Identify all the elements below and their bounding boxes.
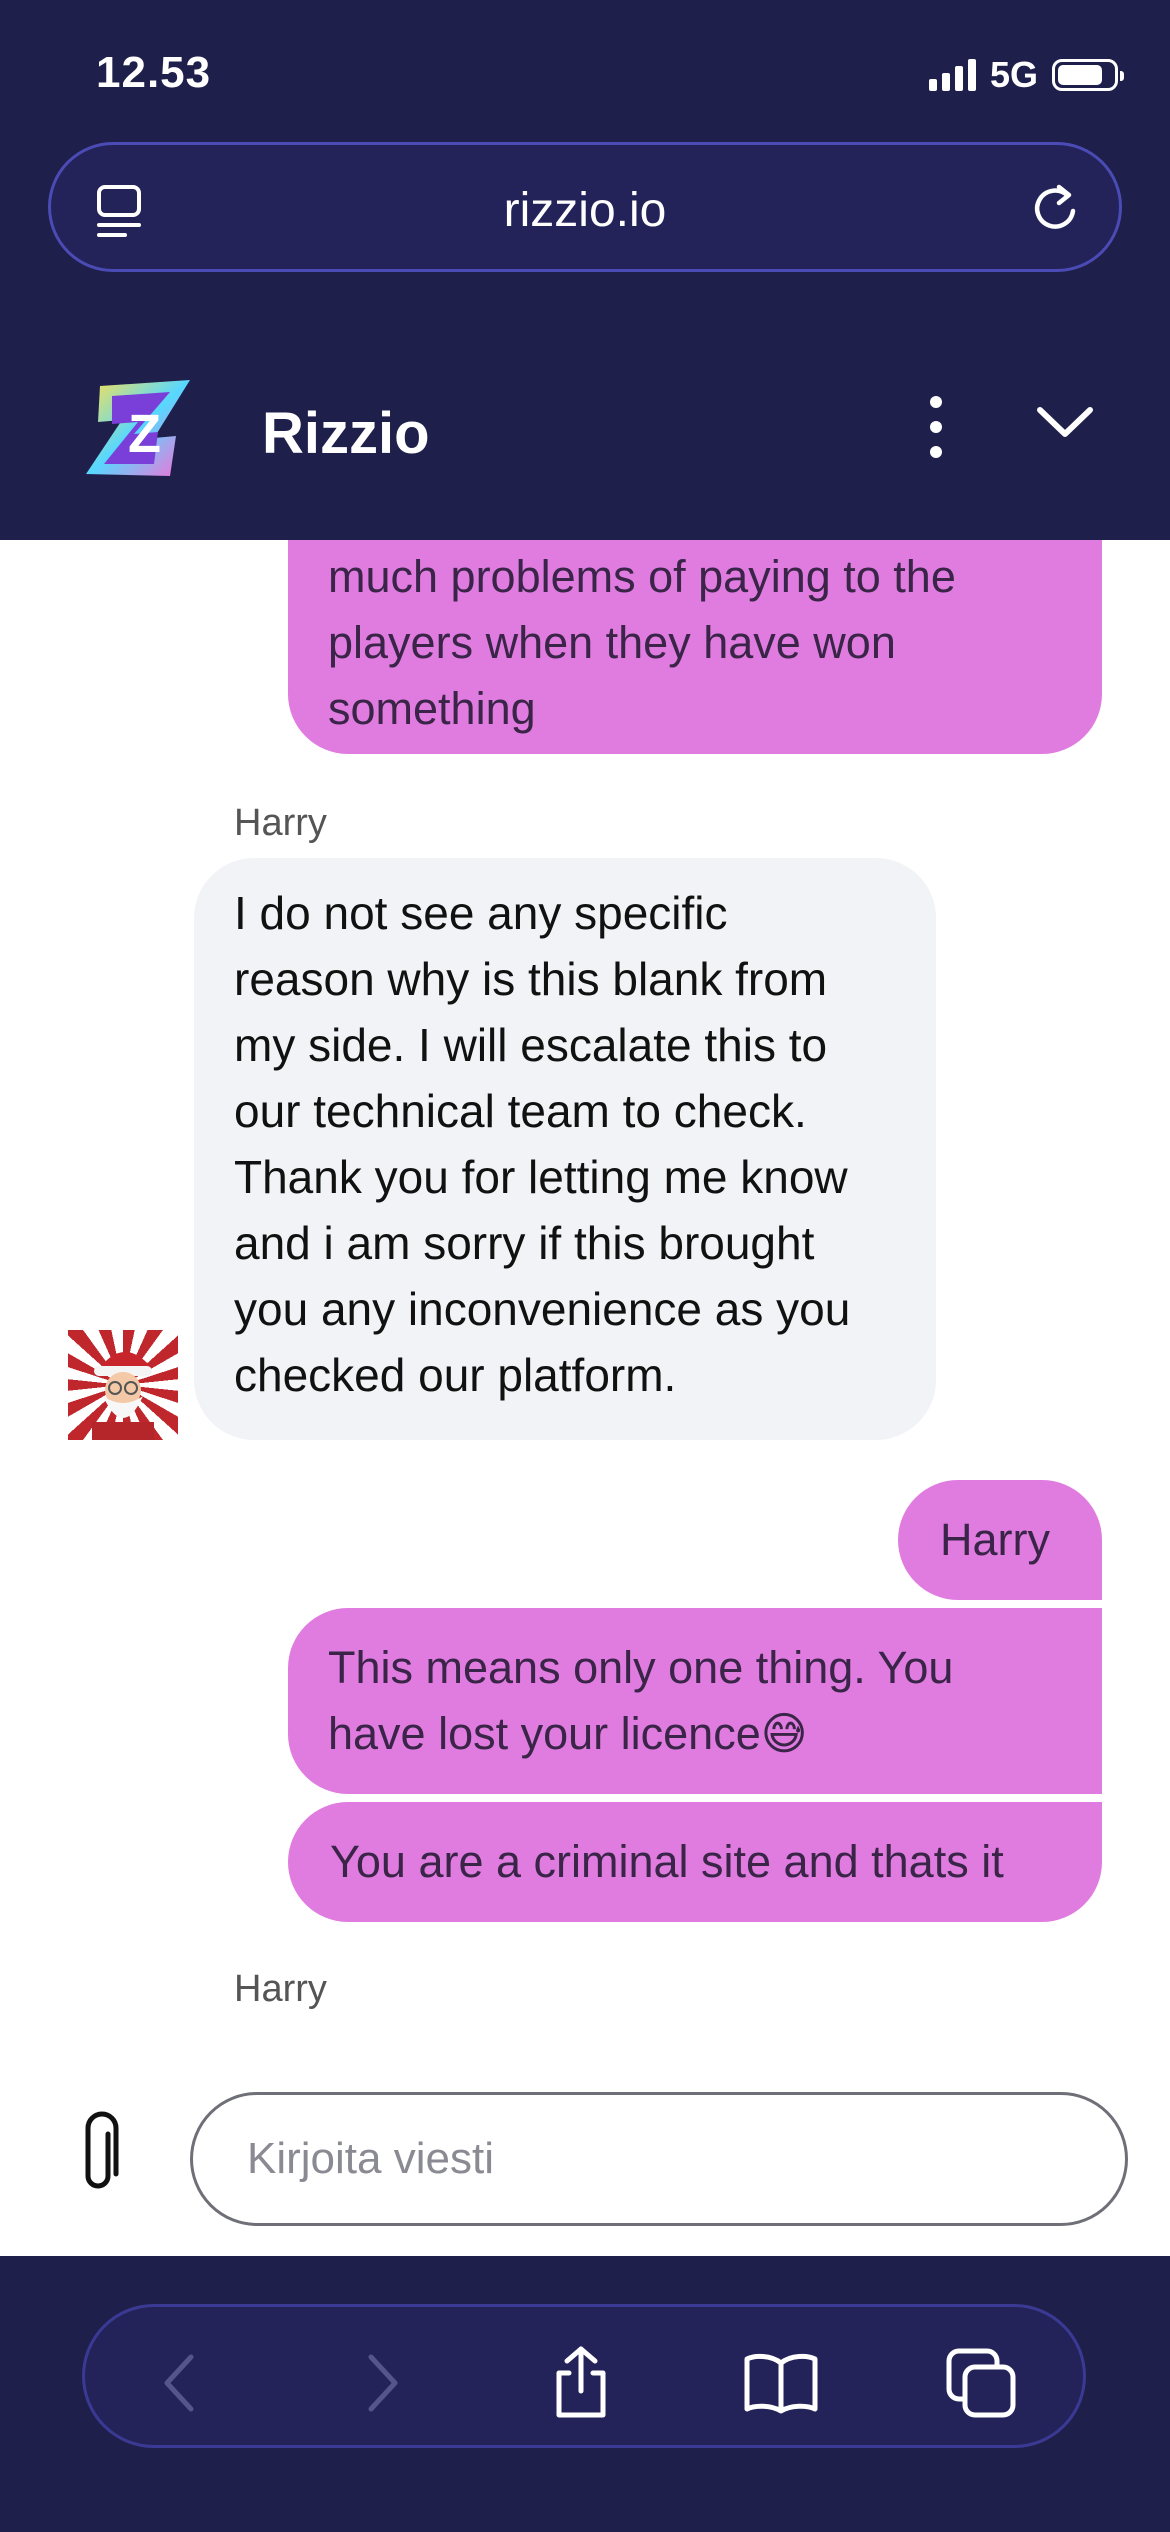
message-line: and i am sorry if this brought [234,1217,815,1269]
paperclip-icon[interactable] [76,2110,122,2205]
kebab-menu-icon[interactable] [918,396,954,460]
message-line: Thank you for letting me know [234,1151,848,1203]
screen: 12.53 5G rizzio.io Z Rizzio much problem… [0,0,1170,2532]
bookmarks-icon[interactable] [741,2343,821,2423]
message-line: something [328,683,536,734]
browser-toolbar [82,2304,1086,2448]
message-line: reason why is this blank from [234,953,828,1005]
url-bar[interactable]: rizzio.io [48,142,1122,272]
message-input[interactable] [190,2092,1128,2226]
app-title: Rizzio [262,401,430,466]
back-icon[interactable] [139,2343,219,2423]
bottom-chrome [0,2256,1170,2532]
message-line: you any inconvenience as you [234,1283,851,1335]
url-text[interactable]: rizzio.io [51,183,1119,238]
sender-name: Harry [234,802,327,844]
top-chrome: 12.53 5G rizzio.io Z Rizzio [0,0,1170,540]
composer [0,2056,1170,2256]
rizzio-logo: Z [78,378,198,483]
agent-avatar [68,1330,178,1440]
message-line: I do not see any specific [234,887,728,939]
svg-text:Z: Z [128,404,161,464]
status-indicators: 5G [928,54,1124,96]
forward-icon[interactable] [343,2343,423,2423]
chat-area[interactable]: much problems of paying to the players w… [0,540,1170,2256]
network-label: 5G [989,54,1038,95]
message-line: This means only one thing. You [328,1642,954,1693]
message-line: have lost your licence😅 [328,1708,808,1759]
signal-icon [928,59,976,91]
message-line: Harry [940,1514,1050,1565]
message-line: much problems of paying to the [328,551,956,602]
outgoing-message: much problems of paying to the players w… [288,540,1102,754]
message-line: our technical team to check. [234,1085,807,1137]
incoming-message: I do not see any specific reason why is … [194,858,936,1440]
outgoing-message: This means only one thing. You have lost… [288,1608,1102,1794]
reload-icon[interactable] [1029,181,1083,242]
message-line: players when they have won [328,617,896,668]
message-line: checked our platform. [234,1349,677,1401]
outgoing-message: Harry [898,1480,1102,1600]
tabs-icon[interactable] [941,2343,1021,2423]
message-line: You are a criminal site and thats it [330,1836,1004,1887]
battery-icon [1052,59,1124,91]
share-icon[interactable] [541,2343,621,2423]
status-time: 12.53 [96,48,212,97]
outgoing-message: You are a criminal site and thats it [288,1802,1102,1922]
sender-name: Harry [234,1968,327,2010]
chevron-down-icon[interactable] [1034,402,1096,447]
message-line: my side. I will escalate this to [234,1019,828,1071]
